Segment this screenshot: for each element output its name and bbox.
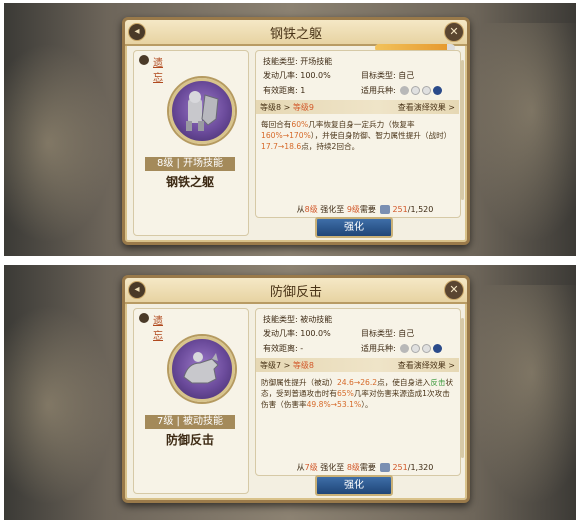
unit-type-icon — [411, 86, 421, 95]
unit-type-icon — [411, 344, 421, 353]
background-blur-right — [466, 285, 576, 505]
level-from: 等级7 > — [260, 361, 291, 370]
skill-panel-top: ◂ 钢铁之躯 ✕ 遗忘 8级 | 开场技能 钢铁之躯 技能类型: 开场技能 发动… — [4, 3, 576, 256]
unit-type-icon — [400, 86, 410, 95]
skill-level-badge: 7级 | 被动技能 — [145, 415, 235, 429]
scrollbar[interactable] — [461, 318, 464, 458]
upgrade-button[interactable]: 强化 — [315, 475, 393, 496]
cost-mid: 强化至 — [320, 463, 345, 472]
help-icon[interactable] — [433, 344, 443, 353]
unit-type-icon — [400, 344, 410, 353]
target-type: 目标类型: 自己 — [361, 329, 415, 338]
dialog-titlebar: ◂ 钢铁之躯 ✕ — [125, 20, 467, 46]
desc-highlight: 160%→170% — [261, 131, 311, 140]
cost-level-from: 7级 — [304, 463, 318, 472]
close-icon[interactable]: ✕ — [444, 280, 464, 300]
cost-level-from: 8级 — [304, 205, 318, 214]
skill-name: 防御反击 — [165, 433, 214, 447]
skill-name: 钢铁之躯 — [165, 175, 214, 189]
skill-panel-bottom: ◂ 防御反击 ✕ 遗忘 7级 | 被动技能 防御反击 技能类型: 被动技能 发动… — [4, 265, 576, 520]
background-blur-left — [4, 43, 114, 243]
view-effect-link[interactable]: 查看演绎效果 > — [398, 102, 455, 113]
view-effect-link[interactable]: 查看演绎效果 > — [398, 360, 455, 371]
level-from: 等级8 > — [260, 103, 291, 112]
desc-text: 点，使自身进入 — [377, 378, 431, 387]
applicable-units-label: 适用兵种: — [361, 344, 396, 353]
level-compare: 等级8 > 等级9 — [260, 102, 314, 113]
effective-range: 有效距离: 1 — [263, 86, 306, 95]
applicable-units-label: 适用兵种: — [361, 86, 396, 95]
skill-type: 技能类型: 开场技能 — [263, 57, 333, 66]
desc-status: 反击 — [430, 378, 446, 387]
level-compare: 等级7 > 等级8 — [260, 360, 314, 371]
dialog-titlebar: ◂ 防御反击 ✕ — [125, 278, 467, 304]
desc-highlight: 65% — [336, 389, 354, 398]
unit-type-icon — [422, 86, 432, 95]
desc-text: ）。 — [361, 400, 373, 409]
cost-have: 251 — [392, 205, 408, 214]
gem-icon — [380, 205, 391, 214]
shield-knight-icon — [169, 78, 235, 144]
close-icon[interactable]: ✕ — [444, 22, 464, 42]
applicable-units: 适用兵种: — [361, 85, 443, 96]
applicable-units: 适用兵种: — [361, 343, 443, 354]
cost-mid: 强化至 — [320, 205, 345, 214]
cost-need: 需要 — [359, 463, 376, 472]
activation-rate: 发动几率: 100.0% — [263, 329, 331, 338]
upgrade-cost: 从8级 强化至 9级需要 251/1,520 — [275, 204, 455, 215]
cost-level-to: 9级 — [346, 205, 360, 214]
cost-have: 251 — [392, 463, 408, 472]
desc-text: 几率恢复自身一定兵力（恢复率 — [308, 120, 415, 129]
forget-icon — [139, 55, 149, 65]
wolf-cavalry-icon — [169, 336, 235, 402]
skill-dialog: ◂ 钢铁之躯 ✕ 遗忘 8级 | 开场技能 钢铁之躯 技能类型: 开场技能 发动… — [122, 17, 470, 245]
desc-highlight: 24.6→26.2 — [336, 378, 378, 387]
desc-text: ），并使自身防御、智力属性提升（战时） — [310, 131, 452, 140]
forget-label: 遗忘 — [153, 316, 163, 342]
level-compare-row: 等级7 > 等级8 查看演绎效果 > — [256, 358, 459, 372]
level-compare-row: 等级8 > 等级9 查看演绎效果 > — [256, 100, 459, 114]
cost-total: /1,320 — [407, 463, 434, 472]
gem-icon — [380, 463, 391, 472]
cost-level-to: 8级 — [346, 463, 360, 472]
background-blur-right — [466, 23, 576, 243]
skill-dialog: ◂ 防御反击 ✕ 遗忘 7级 | 被动技能 防御反击 技能类型: 被动技能 发动… — [122, 275, 470, 503]
forget-icon — [139, 313, 149, 323]
skill-description: 每回合有60%几率恢复自身一定兵力（恢复率 160%→170%），并使自身防御、智… — [261, 119, 455, 152]
skill-type: 技能类型: 被动技能 — [263, 315, 333, 324]
target-type: 目标类型: 自己 — [361, 71, 415, 80]
desc-text: 每回合有 — [261, 120, 292, 129]
upgrade-cost: 从7级 强化至 8级需要 251/1,320 — [275, 462, 455, 473]
cost-total: /1,520 — [407, 205, 434, 214]
level-to: 等级9 — [292, 103, 314, 112]
effective-range: 有效距离: - — [263, 344, 304, 353]
forget-label: 遗忘 — [153, 58, 163, 84]
skill-level-badge: 8级 | 开场技能 — [145, 157, 235, 171]
skill-description: 防御属性提升（被动）24.6→26.2点，使自身进入反击状态，受到普通攻击时有6… — [261, 377, 455, 410]
level-to: 等级8 — [292, 361, 314, 370]
cost-prefix: 从 — [296, 463, 305, 472]
help-icon[interactable] — [433, 86, 443, 95]
desc-text: 点，持续2回合。 — [301, 142, 360, 151]
dialog-title: 钢铁之躯 — [269, 27, 322, 42]
desc-highlight: 49.8%→53.1% — [306, 400, 362, 409]
dialog-title: 防御反击 — [269, 285, 322, 300]
activation-rate: 发动几率: 100.0% — [263, 71, 331, 80]
unit-type-icon — [422, 344, 432, 353]
desc-highlight: 60% — [291, 120, 309, 129]
desc-text: 防御属性提升（被动） — [261, 378, 337, 387]
desc-highlight: 17.7→18.6 — [261, 142, 302, 151]
cost-need: 需要 — [359, 205, 376, 214]
cost-prefix: 从 — [296, 205, 305, 214]
scrollbar[interactable] — [461, 60, 464, 200]
background-blur-left — [4, 305, 114, 505]
upgrade-button[interactable]: 强化 — [315, 217, 393, 238]
